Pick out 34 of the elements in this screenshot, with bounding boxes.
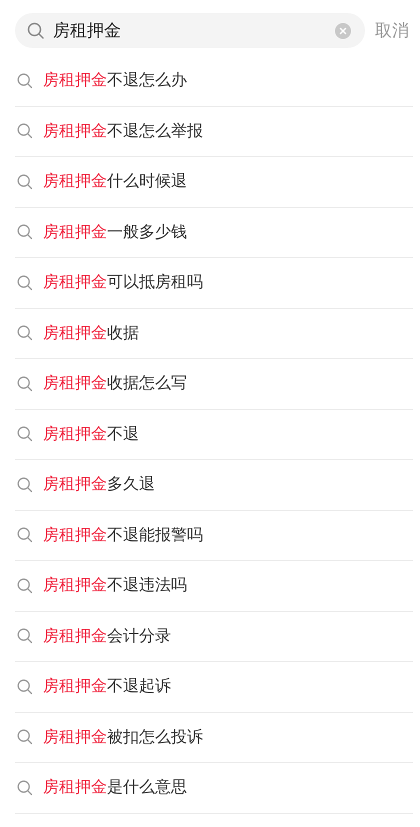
search-icon bbox=[17, 578, 33, 594]
search-icon bbox=[17, 678, 33, 695]
suggestion-text[interactable]: 房租押金可以抵房租吗 bbox=[43, 272, 203, 294]
suggestion-text[interactable]: 房租押金收据怎么写 bbox=[43, 373, 187, 394]
search-icon bbox=[17, 628, 33, 644]
clear-icon[interactable] bbox=[335, 22, 351, 38]
suggestion-text[interactable]: 房租押金不退起诉 bbox=[43, 676, 171, 698]
suggestion-text[interactable]: 房租押金收据 bbox=[43, 322, 139, 344]
search-icon bbox=[17, 426, 33, 442]
search-bar[interactable]: 房租押金 bbox=[15, 13, 365, 48]
suggestion-text[interactable]: 房租押金不退怎么举报 bbox=[43, 120, 203, 142]
suggestion-text[interactable]: 房租押金不退怎么办 bbox=[43, 70, 187, 92]
suggestion-text[interactable]: 房租押金会计分录 bbox=[43, 626, 171, 647]
search-icon bbox=[17, 174, 33, 190]
search-icon bbox=[27, 22, 45, 40]
suggestion-text[interactable]: 房租押金不退违法吗 bbox=[43, 575, 187, 596]
suggestion-text[interactable]: 房租押金不退能报警吗 bbox=[43, 524, 203, 546]
suggestion-text[interactable]: 房租押金一般多少钱 bbox=[43, 222, 187, 243]
suggestion-text[interactable]: 房租押金不退 bbox=[43, 424, 139, 445]
search-field[interactable]: 房租押金 bbox=[53, 20, 335, 40]
search-icon bbox=[17, 476, 33, 493]
search-icon bbox=[17, 274, 33, 291]
suggestion-text[interactable]: 房租押金是什么意思 bbox=[43, 777, 187, 798]
search-icon bbox=[17, 780, 33, 796]
search-icon bbox=[17, 224, 33, 240]
search-icon bbox=[17, 527, 33, 544]
suggestion-text[interactable]: 房租押金什么时候退 bbox=[43, 171, 187, 192]
search-icon bbox=[17, 123, 33, 140]
search-icon bbox=[17, 325, 33, 342]
search-icon bbox=[17, 729, 33, 746]
search-icon bbox=[17, 376, 33, 392]
suggestion-text[interactable]: 房租押金多久退 bbox=[43, 474, 155, 496]
suggestion-text[interactable]: 房租押金被扣怎么投诉 bbox=[43, 726, 203, 748]
search-icon bbox=[17, 72, 33, 89]
